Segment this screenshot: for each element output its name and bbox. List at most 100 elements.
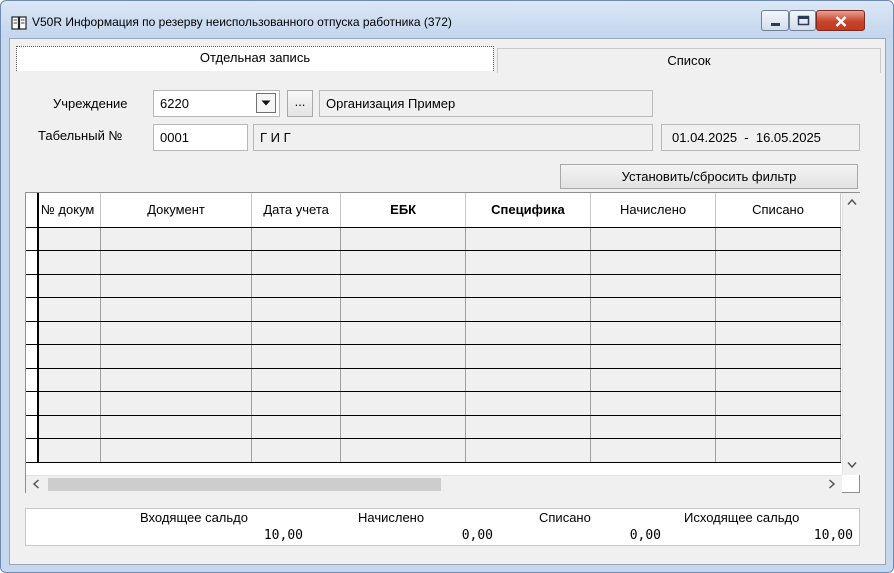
- grid-cell[interactable]: [590, 438, 717, 463]
- table-row[interactable]: [26, 274, 841, 298]
- grid-cell[interactable]: [465, 227, 592, 251]
- table-row[interactable]: [26, 438, 841, 463]
- org-dropdown-button[interactable]: [256, 93, 276, 113]
- table-row[interactable]: [26, 391, 841, 416]
- grid-cell[interactable]: [100, 321, 252, 345]
- grid-cell[interactable]: [251, 438, 342, 463]
- column-header[interactable]: Списано: [715, 193, 841, 228]
- grid-cell[interactable]: [37, 227, 102, 251]
- grid-cell[interactable]: [465, 368, 592, 392]
- maximize-button[interactable]: [789, 10, 816, 31]
- column-header[interactable]: № докум: [36, 193, 102, 228]
- grid-cell[interactable]: [715, 274, 841, 298]
- grid-cell[interactable]: [100, 227, 252, 251]
- grid-cell[interactable]: [100, 368, 252, 392]
- grid-cell[interactable]: [465, 321, 592, 345]
- grid-cell[interactable]: [590, 344, 717, 369]
- grid-cell[interactable]: [251, 391, 342, 416]
- row-indicator[interactable]: [26, 344, 39, 369]
- grid-cell[interactable]: [37, 368, 102, 392]
- grid-cell[interactable]: [590, 274, 717, 298]
- filter-button[interactable]: Установить/сбросить фильтр: [560, 164, 858, 189]
- grid-cell[interactable]: [251, 250, 342, 275]
- grid-cell[interactable]: [340, 415, 466, 439]
- horizontal-scrollbar[interactable]: [26, 475, 842, 493]
- row-indicator[interactable]: [26, 438, 39, 463]
- grid-cell[interactable]: [715, 415, 841, 439]
- grid-cell[interactable]: [590, 321, 717, 345]
- grid-cell[interactable]: [590, 368, 717, 392]
- tab-no-field[interactable]: 0001: [153, 124, 248, 151]
- table-row[interactable]: [26, 321, 841, 345]
- grid-cell[interactable]: [465, 344, 592, 369]
- grid-cell[interactable]: [251, 321, 342, 345]
- row-indicator[interactable]: [26, 274, 39, 298]
- data-grid[interactable]: № докум Документ Дата учета ЕБК Специфика Нач…: [25, 192, 860, 493]
- grid-cell[interactable]: [715, 391, 841, 416]
- grid-cell[interactable]: [340, 250, 466, 275]
- org-browse-button[interactable]: ...: [287, 90, 313, 117]
- row-indicator[interactable]: [26, 297, 39, 322]
- grid-cell[interactable]: [251, 368, 342, 392]
- row-indicator[interactable]: [26, 250, 39, 275]
- grid-cell[interactable]: [251, 227, 342, 251]
- title-bar[interactable]: V50R Информация по резерву неиспользован…: [1, 1, 893, 37]
- table-row[interactable]: [26, 297, 841, 322]
- grid-cell[interactable]: [37, 391, 102, 416]
- grid-cell[interactable]: [37, 321, 102, 345]
- grid-cell[interactable]: [465, 391, 592, 416]
- grid-cell[interactable]: [340, 344, 466, 369]
- tab-single-record[interactable]: Отдельная запись: [16, 46, 494, 71]
- column-header[interactable]: Начислено: [590, 193, 717, 228]
- table-row[interactable]: [26, 250, 841, 275]
- grid-cell[interactable]: [340, 227, 466, 251]
- grid-cell[interactable]: [340, 391, 466, 416]
- grid-cell[interactable]: [100, 297, 252, 322]
- grid-cell[interactable]: [37, 415, 102, 439]
- row-indicator[interactable]: [26, 321, 39, 345]
- row-indicator[interactable]: [26, 415, 39, 439]
- close-button[interactable]: [816, 10, 865, 31]
- grid-cell[interactable]: [465, 274, 592, 298]
- grid-cell[interactable]: [340, 274, 466, 298]
- grid-cell[interactable]: [100, 415, 252, 439]
- grid-cell[interactable]: [590, 227, 717, 251]
- table-row[interactable]: [26, 368, 841, 392]
- column-header[interactable]: Специфика: [465, 193, 592, 228]
- horizontal-scroll-thumb[interactable]: [48, 478, 441, 491]
- grid-cell[interactable]: [465, 297, 592, 322]
- grid-cell[interactable]: [37, 274, 102, 298]
- grid-cell[interactable]: [715, 297, 841, 322]
- column-header[interactable]: ЕБК: [340, 193, 466, 228]
- grid-cell[interactable]: [37, 344, 102, 369]
- grid-cell[interactable]: [100, 344, 252, 369]
- table-row[interactable]: [26, 227, 841, 251]
- chevron-right-icon[interactable]: [828, 479, 836, 493]
- grid-cell[interactable]: [340, 368, 466, 392]
- grid-cell[interactable]: [340, 438, 466, 463]
- grid-cell[interactable]: [590, 415, 717, 439]
- grid-cell[interactable]: [37, 438, 102, 463]
- grid-cell[interactable]: [251, 274, 342, 298]
- grid-cell[interactable]: [465, 250, 592, 275]
- grid-cell[interactable]: [590, 391, 717, 416]
- grid-cell[interactable]: [715, 438, 841, 463]
- grid-cell[interactable]: [715, 250, 841, 275]
- minimize-button[interactable]: [761, 10, 789, 31]
- column-header[interactable]: Документ: [100, 193, 252, 228]
- grid-cell[interactable]: [37, 297, 102, 322]
- row-indicator[interactable]: [26, 391, 39, 416]
- grid-cell[interactable]: [715, 227, 841, 251]
- grid-cell[interactable]: [100, 438, 252, 463]
- grid-cell[interactable]: [465, 438, 592, 463]
- row-indicator[interactable]: [26, 227, 39, 251]
- grid-cell[interactable]: [340, 297, 466, 322]
- grid-cell[interactable]: [37, 250, 102, 275]
- grid-cell[interactable]: [590, 297, 717, 322]
- row-indicator[interactable]: [26, 368, 39, 392]
- grid-cell[interactable]: [100, 391, 252, 416]
- chevron-up-icon[interactable]: [847, 196, 857, 210]
- grid-cell[interactable]: [251, 297, 342, 322]
- grid-cell[interactable]: [590, 250, 717, 275]
- vertical-scrollbar[interactable]: [842, 193, 860, 475]
